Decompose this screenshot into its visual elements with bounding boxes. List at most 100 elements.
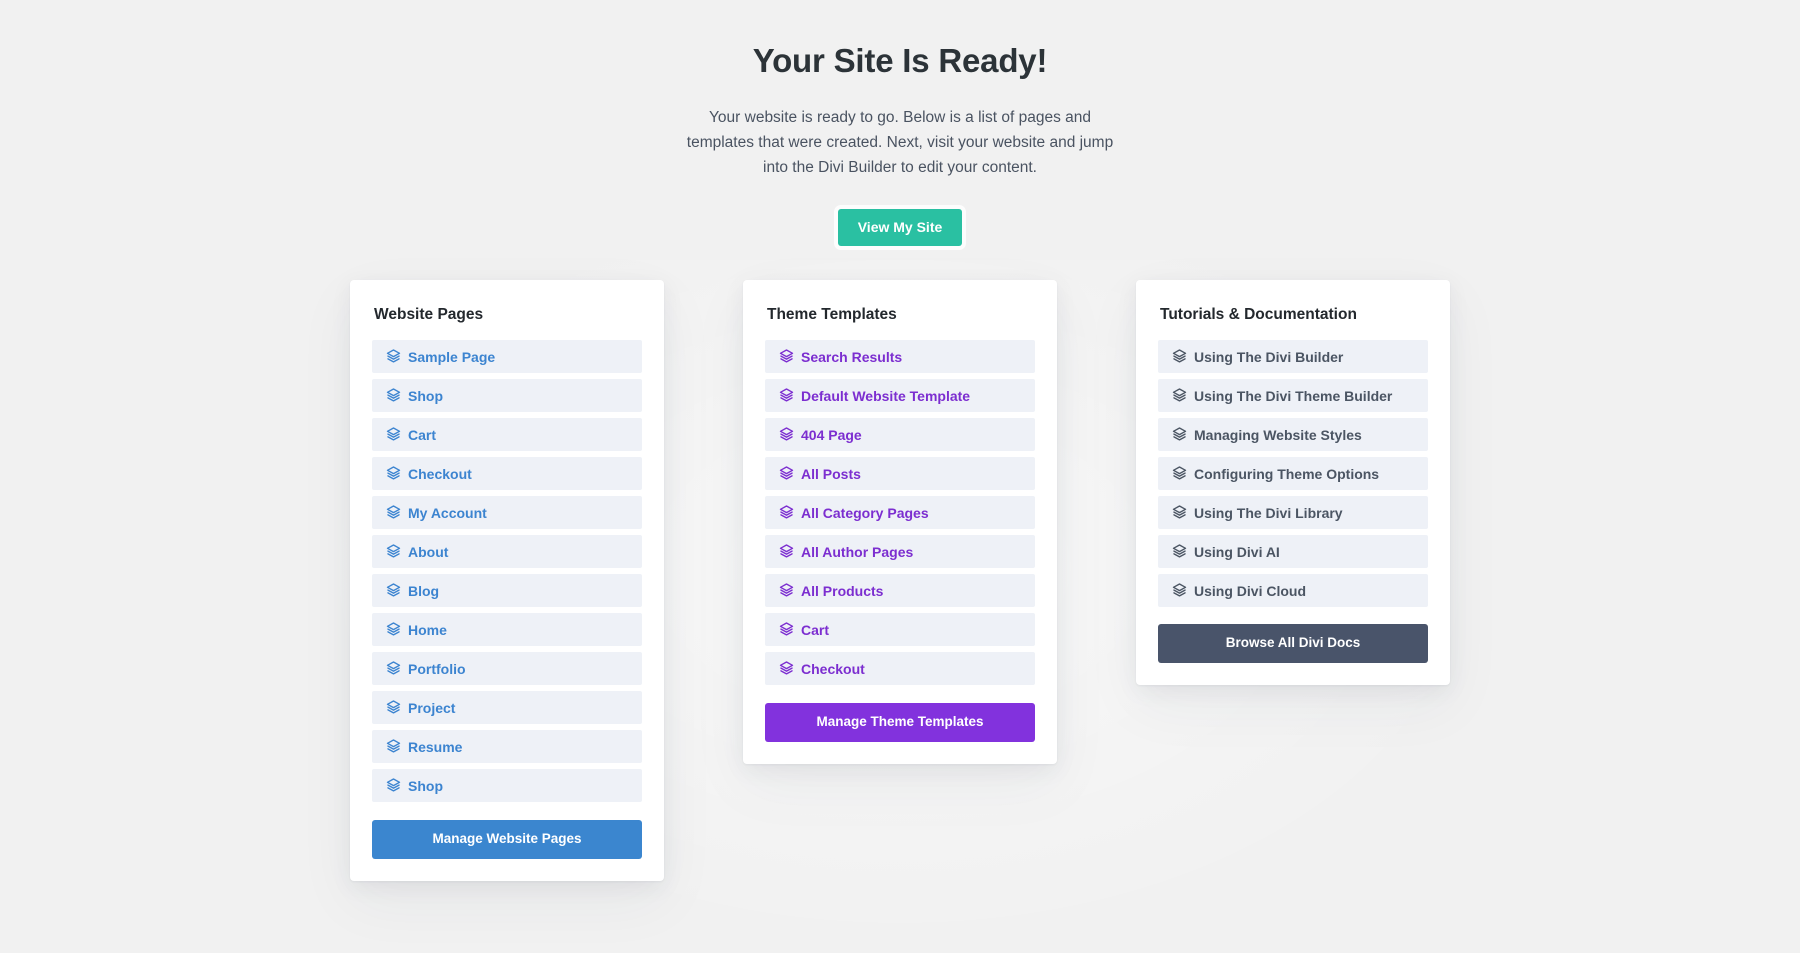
list-item-label: Portfolio	[408, 660, 466, 677]
layers-icon	[386, 466, 401, 481]
list-item[interactable]: Shop	[372, 379, 642, 413]
list-item[interactable]: Home	[372, 613, 642, 647]
list-item-label: Sample Page	[408, 348, 496, 365]
layers-icon	[386, 583, 401, 598]
list-item[interactable]: All Posts	[765, 457, 1035, 491]
layers-icon	[779, 622, 794, 637]
list-item-label: Configuring Theme Options	[1194, 465, 1380, 482]
list-item-label: Project	[408, 699, 456, 716]
layers-icon	[386, 661, 401, 676]
list-item[interactable]: Using Divi Cloud	[1158, 574, 1428, 608]
list-item-label: Cart	[408, 426, 437, 443]
manage-website-pages-button[interactable]: Manage Website Pages	[372, 820, 642, 859]
layers-icon	[386, 505, 401, 520]
layers-icon	[1172, 349, 1187, 364]
tutorials-documentation-list: Using The Divi Builder Using The Divi The…	[1158, 340, 1428, 608]
list-item-label: Using Divi AI	[1194, 543, 1280, 560]
layers-icon	[386, 700, 401, 715]
list-item[interactable]: All Category Pages	[765, 496, 1035, 530]
list-item-label: Home	[408, 621, 447, 638]
layers-icon	[386, 739, 401, 754]
list-item-label: Managing Website Styles	[1194, 426, 1362, 443]
list-item-label: Blog	[408, 582, 440, 599]
list-item[interactable]: All Products	[765, 574, 1035, 608]
list-item-label: Using The Divi Library	[1194, 504, 1343, 521]
list-item[interactable]: Shop	[372, 769, 642, 803]
website-pages-card: Website Pages Sample Page Shop Cart Checkou…	[350, 279, 664, 881]
list-item[interactable]: My Account	[372, 496, 642, 530]
list-item[interactable]: Resume	[372, 730, 642, 764]
list-item-label: Cart	[801, 621, 830, 638]
list-item[interactable]: All Author Pages	[765, 535, 1035, 569]
list-item-label: Checkout	[408, 465, 472, 482]
list-item[interactable]: Project	[372, 691, 642, 725]
layers-icon	[386, 349, 401, 364]
layers-icon	[779, 544, 794, 559]
list-item-label: Resume	[408, 738, 463, 755]
list-item-label: Using Divi Cloud	[1194, 582, 1306, 599]
layers-icon	[1172, 466, 1187, 481]
list-item-label: My Account	[408, 504, 487, 521]
list-item-label: 404 Page	[801, 426, 862, 443]
list-item-label: All Author Pages	[801, 543, 914, 560]
list-item[interactable]: Configuring Theme Options	[1158, 457, 1428, 491]
layers-icon	[779, 661, 794, 676]
list-item[interactable]: About	[372, 535, 642, 569]
layers-icon	[779, 466, 794, 481]
list-item[interactable]: Portfolio	[372, 652, 642, 686]
view-my-site-button[interactable]: View My Site	[837, 208, 963, 246]
layers-icon	[779, 388, 794, 403]
page-header: Your Site Is Ready! Your website is read…	[0, 0, 1800, 246]
layers-icon	[1172, 388, 1187, 403]
list-item-label: Using The Divi Builder	[1194, 348, 1344, 365]
list-item-label: Shop	[408, 387, 443, 404]
list-item-label: All Products	[801, 582, 884, 599]
list-item[interactable]: Using The Divi Theme Builder	[1158, 379, 1428, 413]
layers-icon	[779, 427, 794, 442]
website-pages-card-title: Website Pages	[374, 305, 484, 323]
list-item-label: Using The Divi Theme Builder	[1194, 387, 1393, 404]
manage-theme-templates-button[interactable]: Manage Theme Templates	[765, 703, 1035, 742]
layers-icon	[386, 622, 401, 637]
list-item[interactable]: Checkout	[372, 457, 642, 491]
list-item-label: About	[408, 543, 449, 560]
tutorials-documentation-card: Tutorials & Documentation Using The Divi…	[1136, 279, 1450, 685]
layers-icon	[779, 583, 794, 598]
layers-icon	[386, 388, 401, 403]
theme-templates-list: Search Results Default Website Template 40…	[765, 340, 1035, 686]
list-item[interactable]: Cart	[765, 613, 1035, 647]
layers-icon	[1172, 583, 1187, 598]
list-item[interactable]: Checkout	[765, 652, 1035, 686]
list-item-label: Search Results	[801, 348, 903, 365]
list-item[interactable]: Blog	[372, 574, 642, 608]
theme-templates-card: Theme Templates Search Results Default We…	[743, 279, 1057, 764]
layers-icon	[1172, 544, 1187, 559]
list-item-label: All Category Pages	[801, 504, 929, 521]
website-pages-list: Sample Page Shop Cart Checkout My Account Abo…	[372, 340, 642, 803]
list-item[interactable]: Using The Divi Library	[1158, 496, 1428, 530]
tutorials-documentation-card-title: Tutorials & Documentation	[1160, 305, 1357, 323]
page-title: Your Site Is Ready!	[752, 42, 1048, 79]
list-item[interactable]: Using Divi AI	[1158, 535, 1428, 569]
list-item-label: Shop	[408, 777, 443, 794]
list-item[interactable]: Using The Divi Builder	[1158, 340, 1428, 374]
layers-icon	[1172, 505, 1187, 520]
browse-all-divi-docs-button[interactable]: Browse All Divi Docs	[1158, 624, 1428, 663]
list-item[interactable]: Search Results	[765, 340, 1035, 374]
list-item[interactable]: Default Website Template	[765, 379, 1035, 413]
page-root: Your Site Is Ready! Your website is read…	[0, 0, 1800, 953]
list-item[interactable]: Sample Page	[372, 340, 642, 374]
theme-templates-card-title: Theme Templates	[767, 305, 897, 323]
layers-icon	[386, 427, 401, 442]
layers-icon	[779, 349, 794, 364]
layers-icon	[1172, 427, 1187, 442]
page-subtitle: Your website is ready to go. Below is a …	[686, 109, 1114, 177]
list-item[interactable]: Cart	[372, 418, 642, 452]
layers-icon	[779, 505, 794, 520]
list-item-label: Checkout	[801, 660, 865, 677]
view-site-button-wrap: View My Site	[0, 208, 1800, 246]
list-item[interactable]: Managing Website Styles	[1158, 418, 1428, 452]
list-item-label: Default Website Template	[801, 387, 971, 404]
list-item[interactable]: 404 Page	[765, 418, 1035, 452]
layers-icon	[386, 778, 401, 793]
